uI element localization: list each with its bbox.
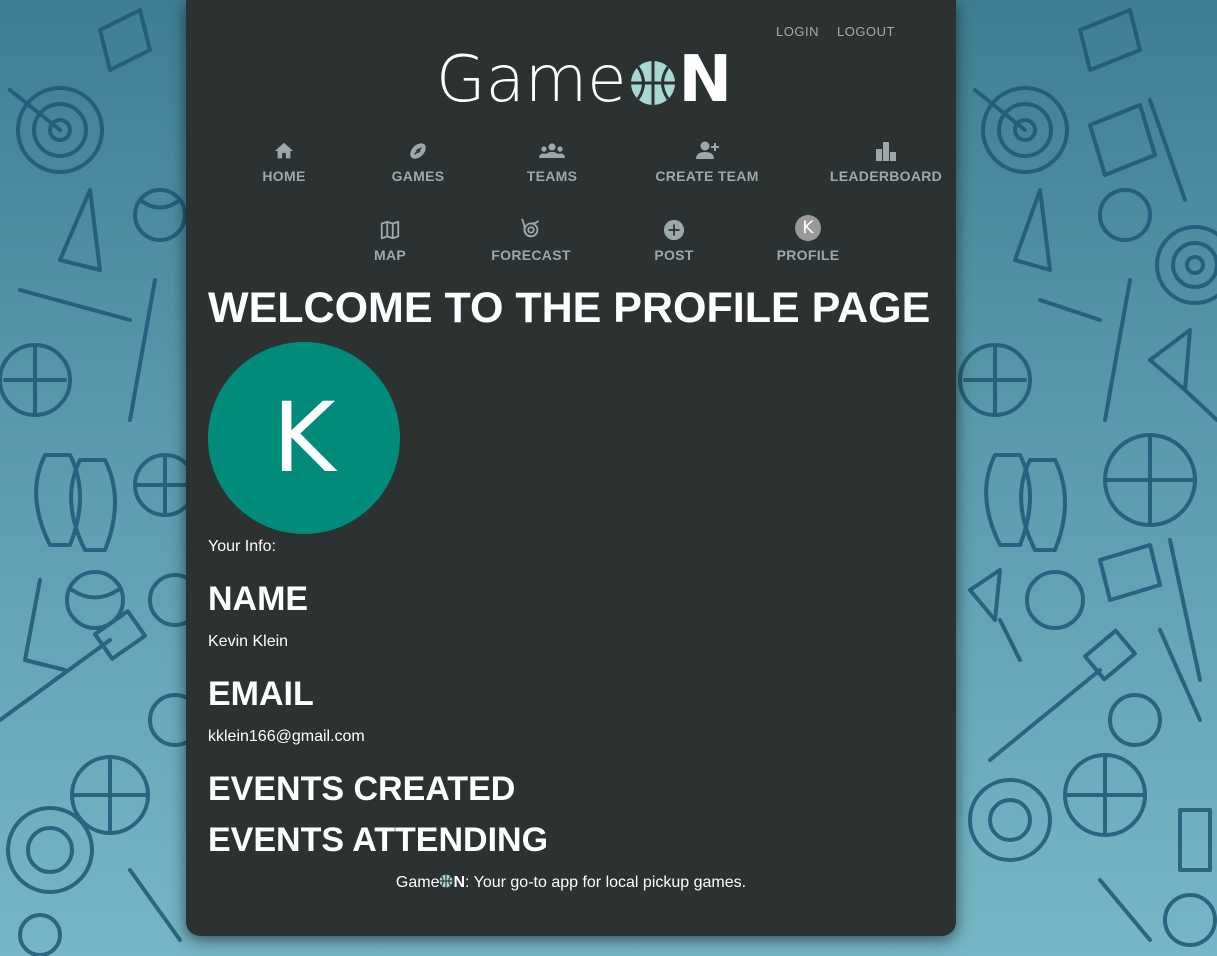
footer-basketball-icon: [440, 874, 453, 888]
nav-profile[interactable]: K PROFILE: [738, 215, 878, 263]
email-heading: EMAIL: [208, 675, 314, 713]
nav-label: PROFILE: [776, 247, 840, 263]
nav-label: MAP: [373, 247, 406, 263]
nav-games[interactable]: GAMES: [348, 136, 488, 184]
nav-post[interactable]: POST: [604, 215, 744, 263]
footer-tagline: Game N: Your go-to app for local pickup g…: [186, 874, 956, 892]
your-info-label: Your Info:: [208, 538, 276, 555]
nav-label: CREATE TEAM: [655, 168, 759, 184]
events-attending-heading: EVENTS ATTENDING: [208, 821, 549, 859]
page-title: WELCOME TO THE PROFILE PAGE: [208, 284, 931, 332]
cyclone-icon: [461, 215, 601, 241]
profile-avatar: K: [208, 342, 400, 534]
name-value: Kevin Klein: [208, 633, 289, 650]
football-icon: [348, 136, 488, 162]
events-created-heading: EVENTS CREATED: [208, 770, 516, 808]
nav-teams[interactable]: TEAMS: [482, 136, 622, 184]
nav-create-team[interactable]: CREATE TEAM: [637, 136, 777, 184]
nav-avatar-letter: K: [795, 215, 821, 241]
nav-label: GAMES: [391, 168, 445, 184]
footer-brand-n: N: [453, 874, 466, 891]
nav-forecast[interactable]: FORECAST: [461, 215, 601, 263]
nav-label: POST: [654, 247, 694, 263]
avatar-icon: K: [738, 215, 878, 241]
name-heading: NAME: [208, 580, 309, 618]
app-logo[interactable]: Game N: [436, 46, 732, 114]
map-icon: [320, 215, 460, 241]
person-add-icon: [637, 136, 777, 162]
nav-map[interactable]: MAP: [320, 215, 460, 263]
nav-label: TEAMS: [526, 168, 578, 184]
nav-leaderboard[interactable]: LEADERBOARD: [816, 136, 956, 184]
nav-label: FORECAST: [491, 247, 571, 263]
main-card: LOGIN LOGOUT Game N HOME GAMES TEAMS CRE…: [186, 0, 956, 936]
footer-brand-game: Game: [395, 874, 440, 891]
logo-text-n: N: [678, 43, 733, 117]
nav-label: LEADERBOARD: [829, 168, 943, 184]
nav-home[interactable]: HOME: [214, 136, 354, 184]
bar-chart-icon: [816, 136, 956, 162]
add-circle-icon: [604, 215, 744, 241]
logout-link[interactable]: LOGOUT: [837, 24, 895, 39]
footer-tagline-text: : Your go-to app for local pickup games.: [465, 874, 747, 891]
logo-text-game: Game: [436, 43, 627, 117]
nav-label: HOME: [262, 168, 306, 184]
home-icon: [214, 136, 354, 162]
basketball-icon: [630, 61, 675, 105]
group-icon: [482, 136, 622, 162]
email-value: kklein166@gmail.com: [208, 728, 365, 745]
login-link[interactable]: LOGIN: [776, 24, 819, 39]
